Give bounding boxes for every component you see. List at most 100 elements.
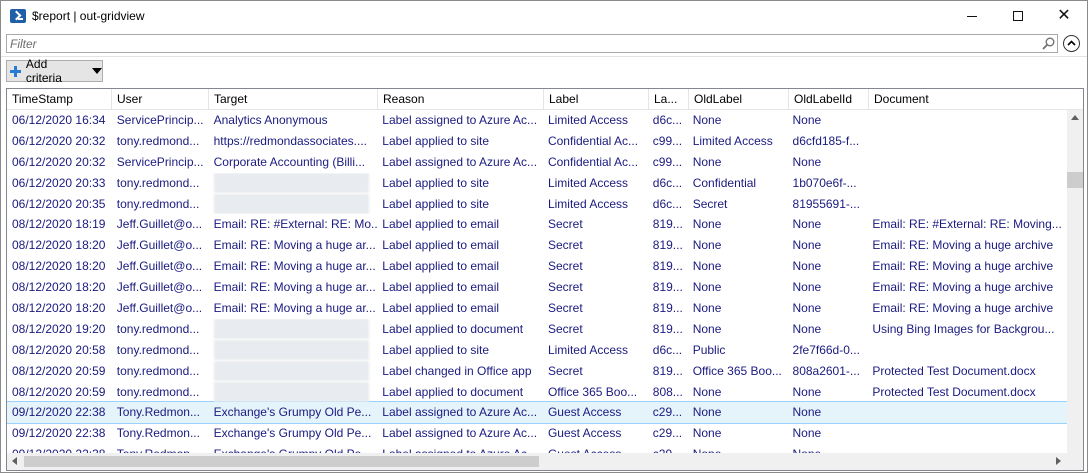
horizontal-scroll-thumb[interactable] [24, 456, 539, 467]
scroll-right-icon[interactable] [1056, 457, 1061, 465]
cell-user: tony.redmond... [116, 196, 200, 211]
cell-target: Exchange's Grumpy Old Pe... [213, 405, 372, 420]
data-grid: TimeStamp User Target Reason Label La...… [6, 88, 1084, 471]
cell-target [209, 172, 378, 194]
cell-oldlabelid: None [792, 426, 822, 441]
cell-target [209, 318, 378, 340]
table-row[interactable]: 08/12/2020 19:20 tony.redmond... Label app… [7, 318, 1067, 340]
column-header-timestamp[interactable]: TimeStamp [7, 89, 112, 110]
filter-input[interactable] [7, 35, 1037, 52]
column-header-reason[interactable]: Reason [378, 89, 544, 110]
cell-oldlabel: None [692, 321, 722, 336]
cell-label: Secret [547, 321, 583, 336]
cell-oldlabel: Limited Access [692, 133, 773, 148]
column-header-document[interactable]: Document [869, 89, 1083, 110]
table-row[interactable]: 08/12/2020 20:59 tony.redmond... Label app… [7, 381, 1067, 403]
column-header-oldlabelid[interactable]: OldLabelId [789, 89, 869, 110]
cell-label-id: 819... [652, 363, 683, 378]
table-row[interactable]: 08/12/2020 20:58 tony.redmond... Label app… [7, 339, 1067, 361]
cell-label-id: d6c... [652, 196, 683, 211]
table-row[interactable]: 06/12/2020 20:33 tony.redmond... Label app… [7, 172, 1067, 194]
cell-oldlabel: Public [692, 342, 726, 357]
cell-user: Tony.Redmon... [116, 426, 200, 441]
cell-oldlabelid: d6cfd185-f... [792, 133, 860, 148]
search-icon[interactable] [1042, 37, 1055, 50]
cell-reason: Label assigned to Azure Ac... [382, 154, 538, 169]
cell-document: Email: RE: Moving a huge archive [872, 280, 1054, 295]
cell-oldlabelid: None [792, 238, 822, 253]
cell-oldlabelid: None [792, 321, 822, 336]
column-header-oldlabel[interactable]: OldLabel [689, 89, 789, 110]
table-row[interactable]: 08/12/2020 20:59 tony.redmond... Label cha… [7, 360, 1067, 382]
column-header-label-id[interactable]: La... [649, 89, 689, 110]
cell-target: Email: RE: Moving a huge ar... [213, 301, 376, 316]
cell-label: Guest Access [547, 405, 622, 420]
cell-target: Analytics Anonymous [213, 113, 328, 127]
column-header-target[interactable]: Target [209, 89, 378, 110]
cell-document [867, 173, 1067, 194]
table-row[interactable]: 08/12/2020 18:20 Jeff.Guillet@o... Email: … [7, 235, 1067, 256]
cell-timestamp: 08/12/2020 18:20 [12, 238, 106, 253]
add-criteria-label: Add criteria [25, 57, 62, 85]
redacted-block [213, 172, 369, 193]
cell-reason: Label assigned to Azure Ac... [382, 113, 538, 127]
cell-label: Secret [547, 238, 583, 253]
table-row[interactable]: 08/12/2020 18:20 Jeff.Guillet@o... Email: … [7, 298, 1067, 319]
cell-label: Office 365 Boo... [547, 384, 638, 399]
scroll-up-icon[interactable] [1071, 115, 1079, 120]
column-header-label[interactable]: Label [544, 89, 649, 110]
cell-label-id: 819... [652, 259, 683, 274]
title-bar[interactable]: $report | out-gridview ✕ [1, 1, 1087, 31]
cell-timestamp: 06/12/2020 16:34 [12, 113, 106, 127]
table-row[interactable]: 08/12/2020 18:20 Jeff.Guillet@o... Email: … [7, 277, 1067, 298]
table-row[interactable]: 09/12/2020 22:38 Tony.Redmon... Exchange's… [7, 423, 1067, 444]
cell-label-id: c99... [652, 154, 683, 169]
column-header-user[interactable]: User [112, 89, 209, 110]
cell-oldlabel: None [692, 426, 722, 441]
minimize-button[interactable] [949, 1, 995, 31]
cell-oldlabelid: None [792, 154, 822, 169]
cell-document [867, 110, 1067, 131]
cell-label: Confidential Ac... [547, 133, 639, 148]
cell-reason: Label assigned to Azure Ac... [382, 405, 538, 420]
table-row[interactable]: 09/12/2020 22:38 Tony.Redmon... Exchange's… [7, 401, 1068, 425]
toolbar-divider [1, 56, 1087, 57]
horizontal-scrollbar[interactable] [7, 453, 1067, 470]
cell-user: Jeff.Guillet@o... [116, 280, 203, 295]
cell-document: Email: RE: Moving a huge archive [872, 259, 1054, 274]
redacted-block [213, 318, 369, 339]
maximize-button[interactable] [995, 1, 1041, 31]
cell-label: Secret [547, 259, 583, 274]
cell-timestamp: 08/12/2020 20:59 [12, 363, 106, 378]
cell-target: Email: RE: Moving a huge ar... [213, 280, 376, 295]
cell-label: Limited Access [547, 113, 629, 127]
vertical-scrollbar[interactable] [1067, 110, 1083, 453]
table-row[interactable]: 06/12/2020 16:34 ServicePrincip... Analyti… [7, 110, 1067, 131]
table-row[interactable]: 08/12/2020 18:19 Jeff.Guillet@o... Email: … [7, 214, 1067, 235]
cell-oldlabel: None [692, 259, 722, 274]
cell-target: Email: RE: Moving a huge ar... [213, 259, 376, 274]
cell-oldlabel: None [692, 113, 722, 127]
add-criteria-button[interactable]: Add criteria [6, 57, 103, 85]
cell-label: Limited Access [547, 175, 629, 190]
cell-label-id: 808... [652, 384, 683, 399]
cell-label: Limited Access [547, 342, 629, 357]
scroll-left-icon[interactable] [12, 457, 17, 465]
table-row[interactable]: 06/12/2020 20:32 ServicePrincip... Corpora… [7, 152, 1067, 173]
cell-timestamp: 08/12/2020 18:20 [12, 259, 106, 274]
cell-oldlabel: None [692, 280, 722, 295]
cell-user: tony.redmond... [116, 384, 200, 399]
table-row[interactable]: 06/12/2020 20:32 tony.redmond... https://r… [7, 131, 1067, 152]
vertical-scroll-thumb[interactable] [1067, 172, 1083, 188]
cell-document [867, 402, 1067, 423]
cell-user: Jeff.Guillet@o... [116, 301, 203, 316]
table-row[interactable]: 08/12/2020 18:20 Jeff.Guillet@o... Email: … [7, 256, 1067, 277]
cell-oldlabelid: None [792, 113, 822, 127]
cell-oldlabelid: None [792, 217, 822, 232]
collapse-filter-button[interactable] [1063, 35, 1080, 52]
cell-target [209, 360, 378, 382]
table-row[interactable]: 06/12/2020 20:35 tony.redmond... Label app… [7, 193, 1067, 215]
close-button[interactable]: ✕ [1041, 1, 1087, 31]
cell-label-id: 819... [652, 321, 683, 336]
cell-reason: Label applied to email [382, 280, 500, 295]
